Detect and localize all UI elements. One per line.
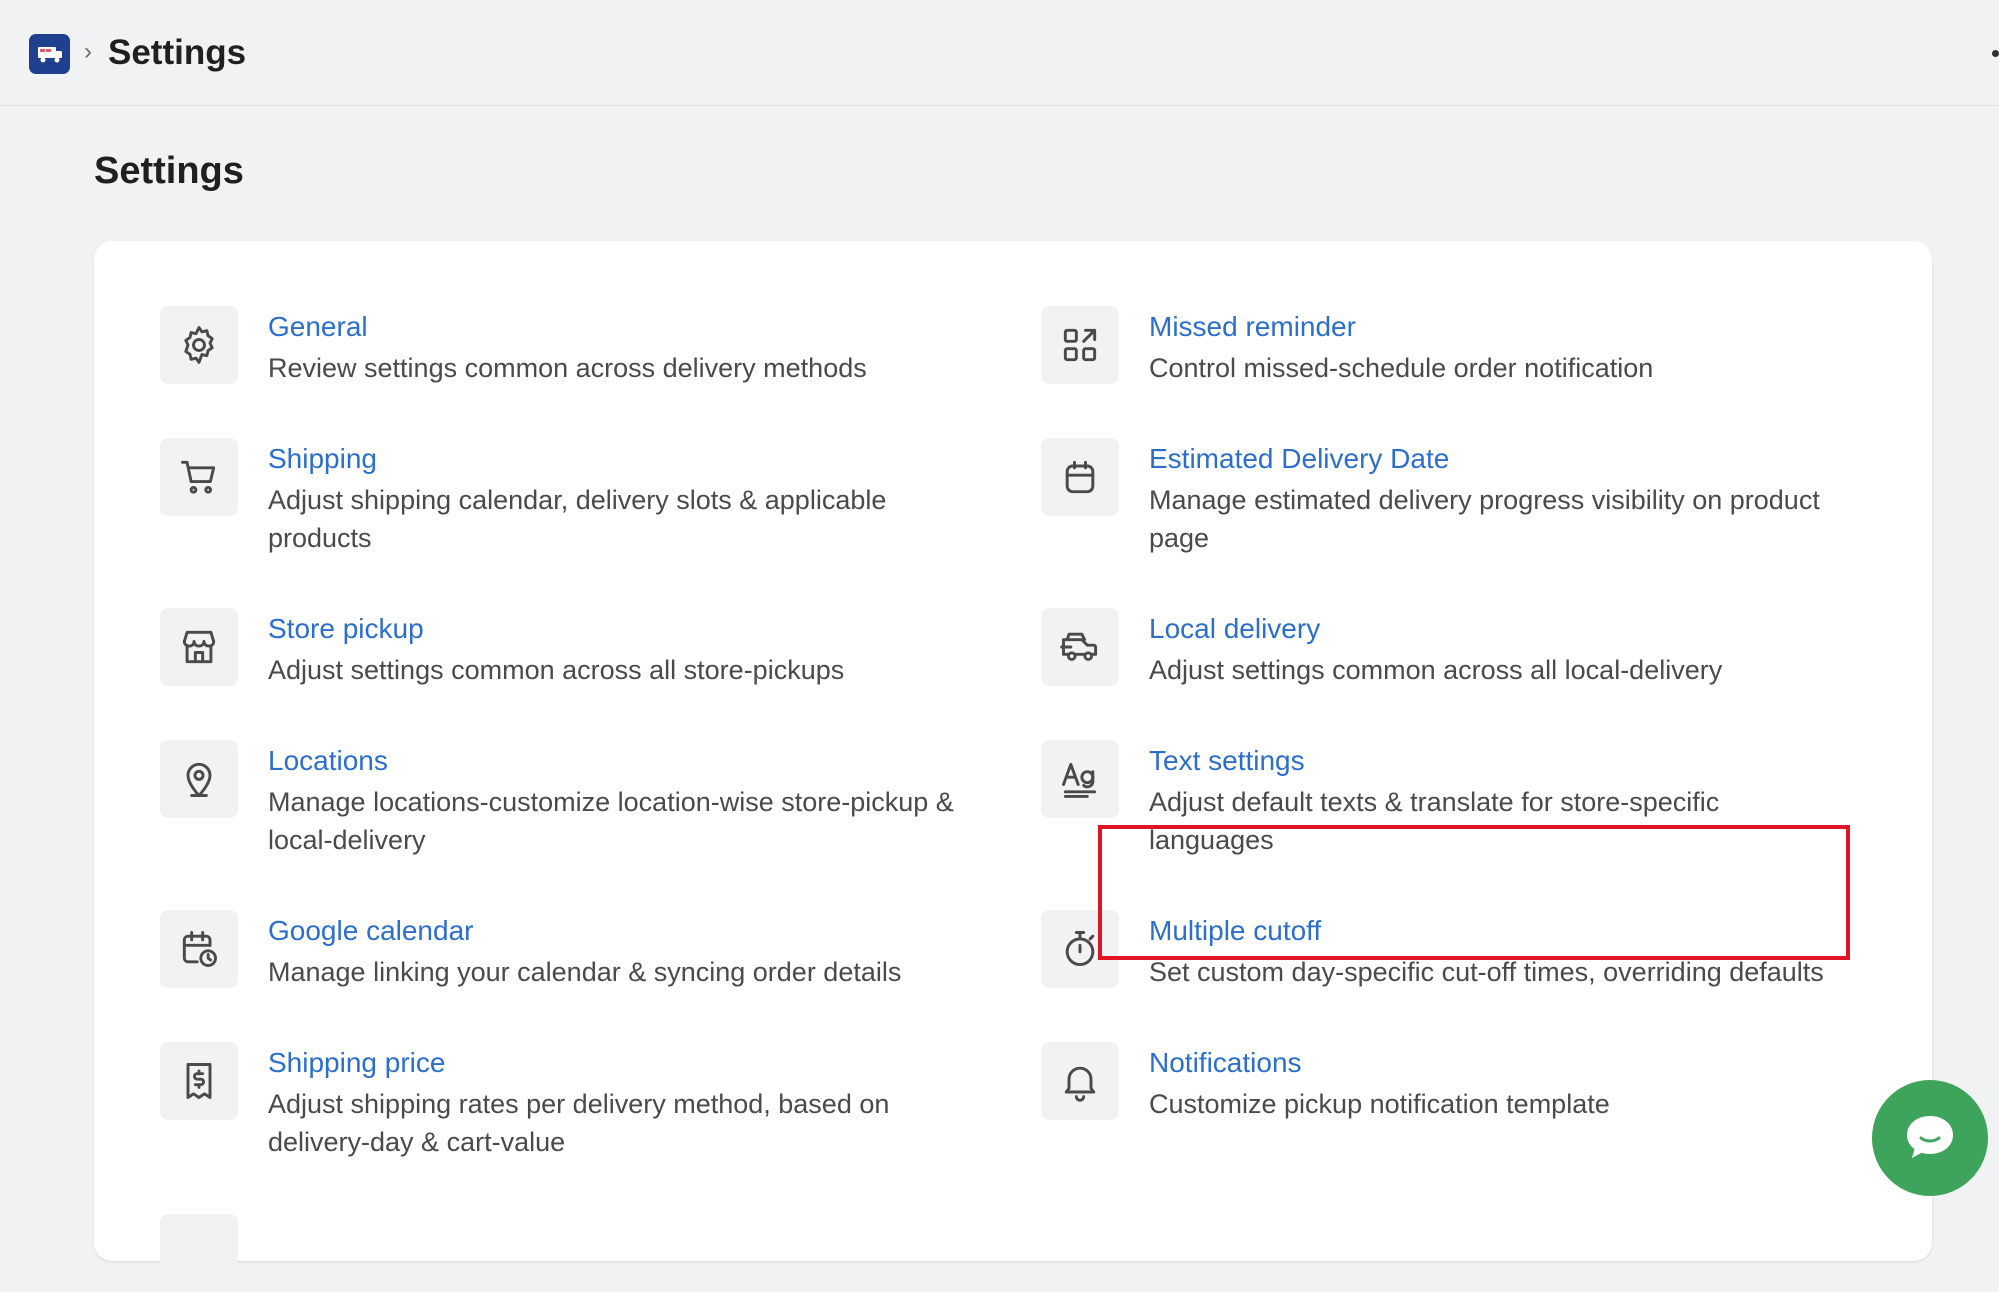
- local-delivery-description: Adjust settings common across all local-…: [1149, 655, 1723, 685]
- notifications-link[interactable]: Notifications: [1149, 1047, 1302, 1079]
- shipping-price-link[interactable]: Shipping price: [268, 1047, 445, 1079]
- google-calendar-description: Manage linking your calendar & syncing o…: [268, 957, 902, 987]
- shipping-price-description: Adjust shipping rates per delivery metho…: [268, 1089, 890, 1157]
- app-logo-icon[interactable]: [29, 34, 70, 74]
- general-link[interactable]: General: [268, 311, 368, 343]
- store-pickup-link[interactable]: Store pickup: [268, 613, 424, 645]
- calendar-clock-icon: [160, 910, 238, 988]
- chat-button[interactable]: [1872, 1080, 1988, 1196]
- general-description: Review settings common across delivery m…: [268, 353, 867, 383]
- calendar-icon: [1041, 438, 1119, 516]
- shipping-description: Adjust shipping calendar, delivery slots…: [268, 485, 887, 553]
- google-calendar-link[interactable]: Google calendar: [268, 915, 473, 947]
- locations-link[interactable]: Locations: [268, 745, 388, 777]
- location-pin-icon: [160, 740, 238, 818]
- missed-reminder-description: Control missed-schedule order notificati…: [1149, 353, 1654, 383]
- gear-icon: [160, 306, 238, 384]
- apps-icon: [1041, 306, 1119, 384]
- page-title: Settings: [94, 150, 244, 192]
- chat-icon: [1907, 1116, 1953, 1158]
- delivery-icon: [1041, 608, 1119, 686]
- settings-card: General Review settings common across de…: [94, 241, 1932, 1292]
- cart-icon: [160, 438, 238, 516]
- text-settings-link[interactable]: Text settings: [1149, 745, 1305, 777]
- missed-reminder-link[interactable]: Missed reminder: [1149, 311, 1356, 343]
- more-menu-icon[interactable]: [1992, 50, 1999, 57]
- breadcrumb-title: Settings: [108, 33, 247, 72]
- local-delivery-highlight: [1098, 825, 1850, 960]
- top-bar: › Settings: [0, 0, 1999, 106]
- receipt-dollar-icon: [160, 1042, 238, 1120]
- store-pickup-description: Adjust settings common across all store-…: [268, 655, 845, 685]
- breadcrumb-separator: ›: [84, 38, 92, 65]
- text-icon: [1041, 740, 1119, 818]
- shipping-link[interactable]: Shipping: [268, 443, 377, 475]
- estimated-delivery-date-description: Manage estimated delivery progress visib…: [1149, 485, 1820, 553]
- local-delivery-link[interactable]: Local delivery: [1149, 613, 1320, 645]
- partial-item-icon: [160, 1214, 238, 1292]
- bell-icon: [1041, 1042, 1119, 1120]
- locations-description: Manage locations-customize location-wise…: [268, 787, 954, 855]
- notifications-description: Customize pickup notification template: [1149, 1089, 1610, 1119]
- store-icon: [160, 608, 238, 686]
- estimated-delivery-date-link[interactable]: Estimated Delivery Date: [1149, 443, 1449, 475]
